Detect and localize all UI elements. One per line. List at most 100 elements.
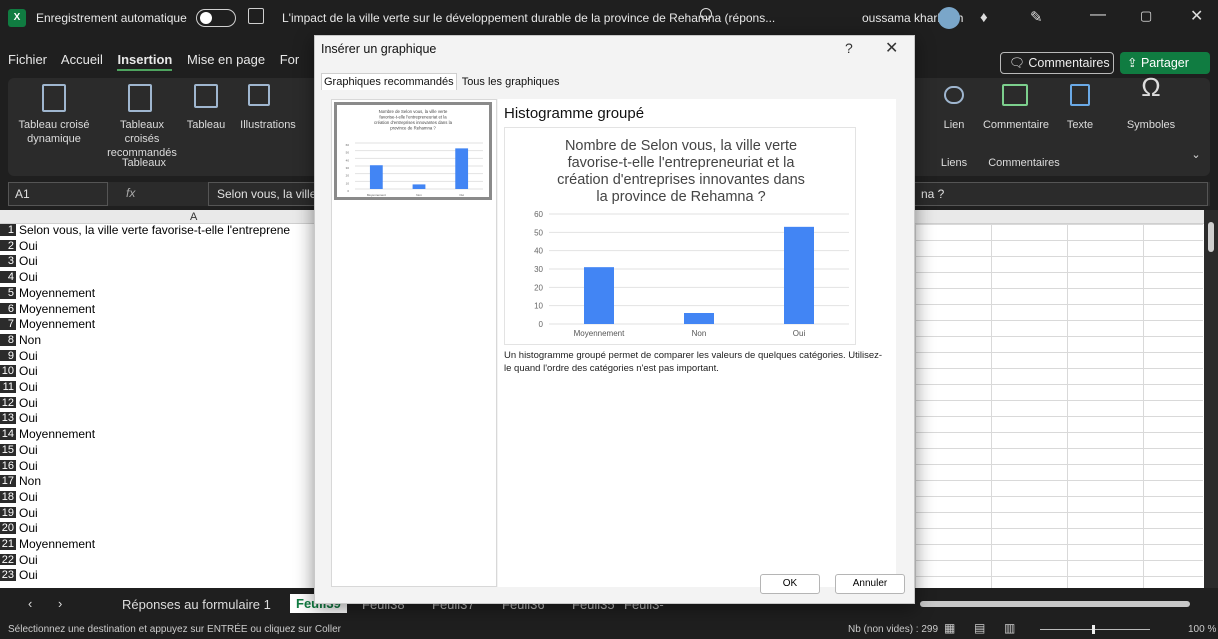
- cell-value[interactable]: Oui: [19, 365, 38, 377]
- recommended-pivot-icon[interactable]: [128, 84, 152, 112]
- cell-value[interactable]: Oui: [19, 491, 38, 503]
- scroll-thumb[interactable]: [1208, 222, 1214, 252]
- cell-value[interactable]: Moyennement: [19, 303, 95, 315]
- cell-value[interactable]: Moyennement: [19, 287, 95, 299]
- table-row[interactable]: 17 Non: [0, 475, 320, 487]
- cell-value[interactable]: Oui: [19, 350, 38, 362]
- table-row[interactable]: 1 Selon vous, la ville verte favorise-t-e…: [0, 224, 320, 236]
- fx-icon[interactable]: fx: [126, 186, 135, 200]
- table-row[interactable]: 18 Oui: [0, 490, 320, 503]
- horizontal-scrollbar[interactable]: [920, 601, 1190, 607]
- minimize-icon[interactable]: —: [1090, 6, 1106, 24]
- cell-value[interactable]: Non: [19, 334, 41, 346]
- cell-value[interactable]: Moyennement: [19, 428, 95, 440]
- tab-accueil[interactable]: Accueil: [61, 52, 103, 67]
- row-number[interactable]: 6: [0, 302, 16, 314]
- tab-fichier[interactable]: Fichier: [8, 52, 47, 67]
- table-row[interactable]: 13 Oui: [0, 412, 320, 424]
- symbols-button[interactable]: Symboles: [1126, 118, 1176, 132]
- normal-view-icon[interactable]: ▦: [944, 621, 955, 635]
- table-icon[interactable]: [194, 84, 218, 108]
- row-number[interactable]: 5: [0, 286, 16, 299]
- row-number[interactable]: 3: [0, 255, 16, 267]
- row-number[interactable]: 16: [0, 459, 16, 471]
- table-button[interactable]: Tableau: [184, 118, 228, 132]
- cell-value[interactable]: Oui: [19, 397, 38, 409]
- table-row[interactable]: 23 Oui: [0, 569, 320, 581]
- help-button[interactable]: ?: [845, 40, 853, 56]
- page-layout-icon[interactable]: ▤: [974, 621, 985, 635]
- link-button[interactable]: Lien: [934, 118, 974, 132]
- row-number[interactable]: 10: [0, 365, 16, 377]
- chart-thumbnail[interactable]: Nombre de Selon vous, la ville verte favo…: [334, 102, 492, 200]
- row-number[interactable]: 4: [0, 271, 16, 283]
- dialog-close-button[interactable]: ✕: [885, 38, 898, 58]
- row-number[interactable]: 18: [0, 490, 16, 503]
- cell-value[interactable]: Oui: [19, 255, 38, 267]
- autosave-toggle[interactable]: [196, 9, 236, 27]
- comment-add-icon[interactable]: [1002, 84, 1028, 106]
- illustrations-button[interactable]: Illustrations: [230, 118, 306, 132]
- table-row[interactable]: 8 Non: [0, 333, 320, 346]
- comments-button[interactable]: 🗨 Commentaires: [1000, 52, 1114, 74]
- collapse-ribbon-icon[interactable]: ⌄: [1188, 148, 1204, 162]
- table-row[interactable]: 22 Oui: [0, 553, 320, 566]
- table-row[interactable]: 9 Oui: [0, 349, 320, 362]
- row-number[interactable]: 8: [0, 333, 16, 346]
- cell-value[interactable]: Moyennement: [19, 538, 95, 550]
- pen-icon[interactable]: ✎: [1030, 8, 1043, 26]
- row-number[interactable]: 12: [0, 396, 16, 409]
- table-row[interactable]: 10 Oui: [0, 365, 320, 377]
- row-number[interactable]: 20: [0, 522, 16, 534]
- row-number[interactable]: 19: [0, 506, 16, 518]
- row-number[interactable]: 14: [0, 428, 16, 440]
- tab-insertion[interactable]: Insertion: [117, 52, 173, 71]
- row-number[interactable]: 9: [0, 349, 16, 361]
- maximize-icon[interactable]: ▢: [1140, 8, 1152, 24]
- recommended-pivot-button[interactable]: Tableaux croisés recommandés: [102, 118, 182, 160]
- zoom-slider-thumb[interactable]: [1092, 625, 1095, 634]
- cell-value[interactable]: Oui: [19, 381, 38, 393]
- tab-formules[interactable]: For: [280, 52, 300, 67]
- table-row[interactable]: 14 Moyennement: [0, 428, 320, 440]
- row-number[interactable]: 7: [0, 318, 16, 330]
- tab-recommended-charts[interactable]: Graphiques recommandés: [321, 73, 457, 90]
- row-number[interactable]: 17: [0, 475, 16, 487]
- cell-value[interactable]: Oui: [19, 271, 38, 283]
- sheet-tab-reponses[interactable]: Réponses au formulaire 1: [122, 597, 271, 612]
- share-button[interactable]: ⇪ Partager: [1120, 52, 1210, 74]
- table-row[interactable]: 4 Oui: [0, 271, 320, 283]
- tab-all-charts[interactable]: Tous les graphiques: [460, 74, 562, 90]
- row-number[interactable]: 11: [0, 381, 16, 393]
- cell-value[interactable]: Oui: [19, 569, 38, 581]
- zoom-level[interactable]: 100 %: [1188, 624, 1216, 635]
- table-row[interactable]: 11 Oui: [0, 381, 320, 393]
- row-number[interactable]: 22: [0, 553, 16, 566]
- text-button[interactable]: Texte: [1060, 118, 1100, 132]
- search-icon[interactable]: [700, 8, 712, 20]
- ok-button[interactable]: OK: [760, 574, 820, 594]
- table-row[interactable]: 20 Oui: [0, 522, 320, 534]
- save-icon[interactable]: [248, 8, 264, 24]
- table-row[interactable]: 19 Oui: [0, 506, 320, 519]
- row-number[interactable]: 2: [0, 239, 16, 252]
- cancel-button[interactable]: Annuler: [835, 574, 905, 594]
- table-row[interactable]: 2 Oui: [0, 239, 320, 252]
- cell-value[interactable]: Oui: [19, 240, 38, 252]
- table-row[interactable]: 3 Oui: [0, 255, 320, 267]
- zoom-slider[interactable]: [1040, 629, 1150, 630]
- cell-value[interactable]: Moyennement: [19, 318, 95, 330]
- table-row[interactable]: 7 Moyennement: [0, 318, 320, 330]
- cell-value[interactable]: Oui: [19, 444, 38, 456]
- avatar[interactable]: [938, 7, 960, 29]
- cell-grid[interactable]: [915, 224, 1203, 588]
- page-break-icon[interactable]: ▥: [1004, 621, 1015, 635]
- table-row[interactable]: 12 Oui: [0, 396, 320, 409]
- illustrations-icon[interactable]: [248, 84, 270, 106]
- cell-value[interactable]: Oui: [19, 522, 38, 534]
- row-number[interactable]: 21: [0, 538, 16, 550]
- cell-value[interactable]: Oui: [19, 460, 38, 472]
- row-number[interactable]: 23: [0, 569, 16, 581]
- table-row[interactable]: 6 Moyennement: [0, 302, 320, 315]
- text-icon[interactable]: [1070, 84, 1090, 106]
